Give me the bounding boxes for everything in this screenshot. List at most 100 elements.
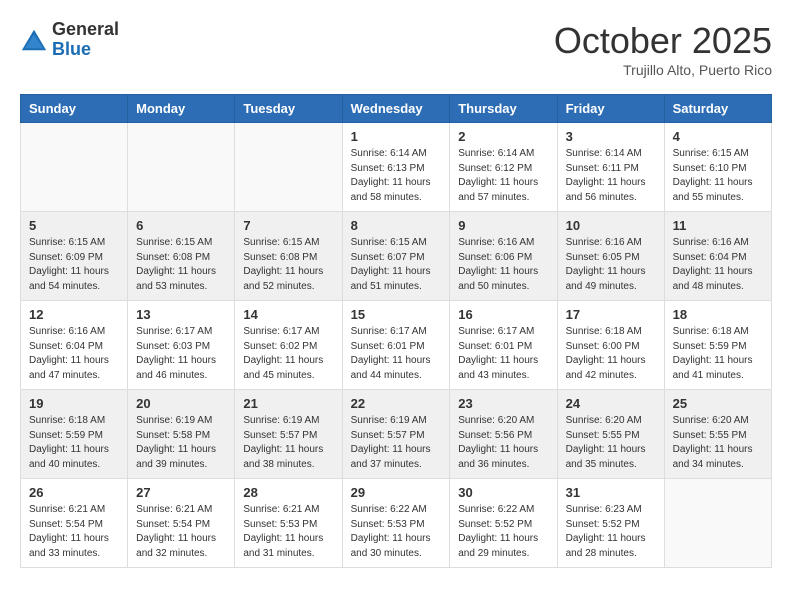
day-number: 30 [458, 485, 548, 500]
day-number: 20 [136, 396, 226, 411]
day-info: Sunrise: 6:21 AM Sunset: 5:53 PM Dayligh… [243, 503, 333, 561]
calendar-cell: 25 Sunrise: 6:20 AM Sunset: 5:55 PM Dayli… [664, 390, 771, 479]
day-number: 18 [673, 307, 763, 322]
day-number: 6 [136, 218, 226, 233]
day-number: 7 [243, 218, 333, 233]
day-number: 5 [29, 218, 119, 233]
weekday-header-wednesday: Wednesday [342, 95, 450, 123]
week-row-3: 12Sunrise: 6:16 AM Sunset: 6:04 PM Dayli… [21, 301, 772, 390]
day-info: Sunrise: 6:14 AM Sunset: 6:13 PM Dayligh… [351, 147, 442, 205]
calendar-cell: 27 Sunrise: 6:21 AM Sunset: 5:54 PM Dayli… [128, 479, 235, 568]
day-number: 2 [458, 129, 548, 144]
day-info: Sunrise: 6:18 AM Sunset: 5:59 PM Dayligh… [673, 325, 763, 383]
location-subtitle: Trujillo Alto, Puerto Rico [554, 62, 772, 78]
calendar-cell: 21 Sunrise: 6:19 AM Sunset: 5:57 PM Dayli… [235, 390, 342, 479]
calendar-cell: 22 Sunrise: 6:19 AM Sunset: 5:57 PM Dayli… [342, 390, 450, 479]
calendar-cell: 17 Sunrise: 6:18 AM Sunset: 6:00 PM Dayli… [557, 301, 664, 390]
calendar-cell: 8 Sunrise: 6:15 AM Sunset: 6:07 PM Daylig… [342, 212, 450, 301]
weekday-header-saturday: Saturday [664, 95, 771, 123]
day-info: Sunrise: 6:20 AM Sunset: 5:56 PM Dayligh… [458, 414, 548, 472]
day-info: Sunrise: 6:14 AM Sunset: 6:12 PM Dayligh… [458, 147, 548, 205]
day-number: 9 [458, 218, 548, 233]
calendar-cell: 1Sunrise: 6:14 AM Sunset: 6:13 PM Daylig… [342, 123, 450, 212]
calendar-cell: 26 Sunrise: 6:21 AM Sunset: 5:54 PM Dayli… [21, 479, 128, 568]
logo-icon [20, 26, 48, 54]
calendar-cell: 16Sunrise: 6:17 AM Sunset: 6:01 PM Dayli… [450, 301, 557, 390]
day-number: 13 [136, 307, 226, 322]
week-row-2: 5 Sunrise: 6:15 AM Sunset: 6:09 PM Daylig… [21, 212, 772, 301]
logo-blue-text: Blue [52, 39, 91, 59]
calendar-cell: 2 Sunrise: 6:14 AM Sunset: 6:12 PM Daylig… [450, 123, 557, 212]
calendar-cell: 23 Sunrise: 6:20 AM Sunset: 5:56 PM Dayli… [450, 390, 557, 479]
day-number: 3 [566, 129, 656, 144]
day-info: Sunrise: 6:16 AM Sunset: 6:06 PM Dayligh… [458, 236, 548, 294]
day-number: 25 [673, 396, 763, 411]
calendar-cell: 5 Sunrise: 6:15 AM Sunset: 6:09 PM Daylig… [21, 212, 128, 301]
day-info: Sunrise: 6:20 AM Sunset: 5:55 PM Dayligh… [673, 414, 763, 472]
day-number: 28 [243, 485, 333, 500]
calendar-cell: 4 Sunrise: 6:15 AM Sunset: 6:10 PM Daylig… [664, 123, 771, 212]
day-info: Sunrise: 6:15 AM Sunset: 6:08 PM Dayligh… [136, 236, 226, 294]
calendar-cell: 10Sunrise: 6:16 AM Sunset: 6:05 PM Dayli… [557, 212, 664, 301]
day-number: 15 [351, 307, 442, 322]
day-info: Sunrise: 6:21 AM Sunset: 5:54 PM Dayligh… [136, 503, 226, 561]
calendar-cell: 29Sunrise: 6:22 AM Sunset: 5:53 PM Dayli… [342, 479, 450, 568]
day-number: 29 [351, 485, 442, 500]
day-number: 17 [566, 307, 656, 322]
month-title: October 2025 [554, 20, 772, 62]
weekday-header-row: SundayMondayTuesdayWednesdayThursdayFrid… [21, 95, 772, 123]
day-number: 4 [673, 129, 763, 144]
calendar-cell [664, 479, 771, 568]
calendar-cell: 11 Sunrise: 6:16 AM Sunset: 6:04 PM Dayli… [664, 212, 771, 301]
calendar-cell [21, 123, 128, 212]
day-number: 24 [566, 396, 656, 411]
day-info: Sunrise: 6:18 AM Sunset: 5:59 PM Dayligh… [29, 414, 119, 472]
weekday-header-sunday: Sunday [21, 95, 128, 123]
logo-general-text: General [52, 19, 119, 39]
weekday-header-monday: Monday [128, 95, 235, 123]
week-row-5: 26 Sunrise: 6:21 AM Sunset: 5:54 PM Dayli… [21, 479, 772, 568]
weekday-header-friday: Friday [557, 95, 664, 123]
day-info: Sunrise: 6:19 AM Sunset: 5:57 PM Dayligh… [351, 414, 442, 472]
calendar-cell: 24 Sunrise: 6:20 AM Sunset: 5:55 PM Dayli… [557, 390, 664, 479]
calendar-table: SundayMondayTuesdayWednesdayThursdayFrid… [20, 94, 772, 568]
calendar-cell: 7Sunrise: 6:15 AM Sunset: 6:08 PM Daylig… [235, 212, 342, 301]
calendar-cell: 30Sunrise: 6:22 AM Sunset: 5:52 PM Dayli… [450, 479, 557, 568]
title-block: October 2025 Trujillo Alto, Puerto Rico [554, 20, 772, 78]
weekday-header-tuesday: Tuesday [235, 95, 342, 123]
calendar-cell: 3 Sunrise: 6:14 AM Sunset: 6:11 PM Daylig… [557, 123, 664, 212]
calendar-cell: 28 Sunrise: 6:21 AM Sunset: 5:53 PM Dayli… [235, 479, 342, 568]
day-number: 8 [351, 218, 442, 233]
day-info: Sunrise: 6:19 AM Sunset: 5:57 PM Dayligh… [243, 414, 333, 472]
day-number: 23 [458, 396, 548, 411]
calendar-cell: 19Sunrise: 6:18 AM Sunset: 5:59 PM Dayli… [21, 390, 128, 479]
day-number: 21 [243, 396, 333, 411]
day-info: Sunrise: 6:17 AM Sunset: 6:02 PM Dayligh… [243, 325, 333, 383]
day-info: Sunrise: 6:17 AM Sunset: 6:03 PM Dayligh… [136, 325, 226, 383]
calendar-cell: 9 Sunrise: 6:16 AM Sunset: 6:06 PM Daylig… [450, 212, 557, 301]
calendar-cell: 18 Sunrise: 6:18 AM Sunset: 5:59 PM Dayli… [664, 301, 771, 390]
day-info: Sunrise: 6:17 AM Sunset: 6:01 PM Dayligh… [458, 325, 548, 383]
day-info: Sunrise: 6:19 AM Sunset: 5:58 PM Dayligh… [136, 414, 226, 472]
calendar-cell: 31Sunrise: 6:23 AM Sunset: 5:52 PM Dayli… [557, 479, 664, 568]
day-info: Sunrise: 6:21 AM Sunset: 5:54 PM Dayligh… [29, 503, 119, 561]
day-number: 22 [351, 396, 442, 411]
day-number: 26 [29, 485, 119, 500]
day-info: Sunrise: 6:15 AM Sunset: 6:07 PM Dayligh… [351, 236, 442, 294]
day-info: Sunrise: 6:15 AM Sunset: 6:10 PM Dayligh… [673, 147, 763, 205]
day-info: Sunrise: 6:14 AM Sunset: 6:11 PM Dayligh… [566, 147, 656, 205]
day-info: Sunrise: 6:18 AM Sunset: 6:00 PM Dayligh… [566, 325, 656, 383]
day-info: Sunrise: 6:15 AM Sunset: 6:09 PM Dayligh… [29, 236, 119, 294]
day-number: 27 [136, 485, 226, 500]
calendar-cell [235, 123, 342, 212]
calendar-cell [128, 123, 235, 212]
day-info: Sunrise: 6:16 AM Sunset: 6:04 PM Dayligh… [673, 236, 763, 294]
calendar-cell: 20 Sunrise: 6:19 AM Sunset: 5:58 PM Dayli… [128, 390, 235, 479]
calendar-cell: 15 Sunrise: 6:17 AM Sunset: 6:01 PM Dayli… [342, 301, 450, 390]
day-info: Sunrise: 6:20 AM Sunset: 5:55 PM Dayligh… [566, 414, 656, 472]
day-info: Sunrise: 6:16 AM Sunset: 6:05 PM Dayligh… [566, 236, 656, 294]
day-info: Sunrise: 6:17 AM Sunset: 6:01 PM Dayligh… [351, 325, 442, 383]
calendar-cell: 14Sunrise: 6:17 AM Sunset: 6:02 PM Dayli… [235, 301, 342, 390]
day-number: 11 [673, 218, 763, 233]
day-number: 31 [566, 485, 656, 500]
